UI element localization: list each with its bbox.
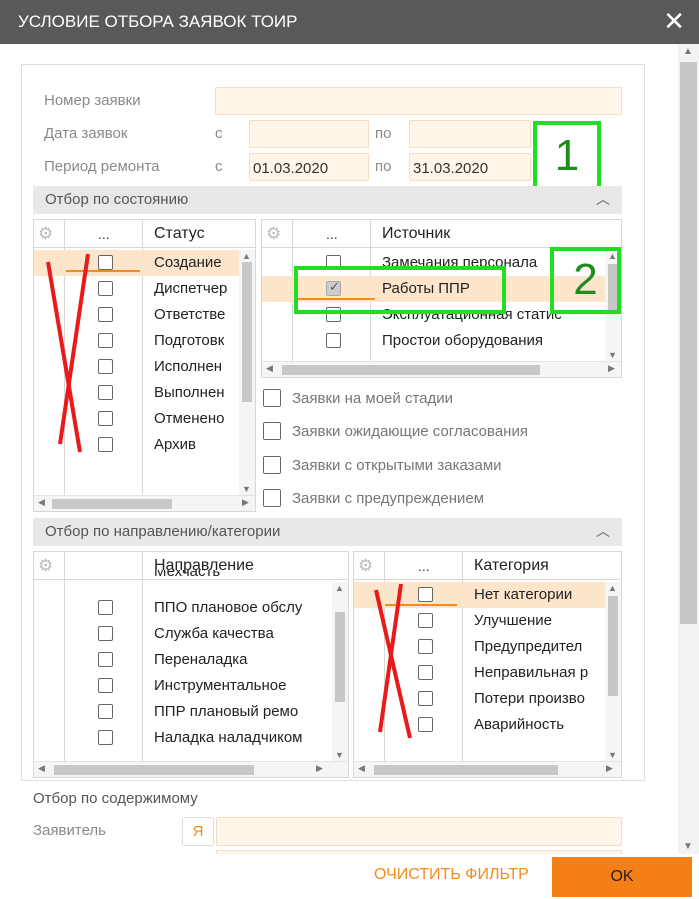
clear-filter-button[interactable]: ОЧИСТИТЬ ФИЛЬТР — [374, 866, 529, 884]
next-input-edge — [216, 850, 622, 854]
ok-button[interactable]: OK — [552, 857, 692, 897]
annotation-overlay — [46, 253, 412, 739]
applicant-label: Заявитель — [33, 822, 106, 839]
applicant-input[interactable] — [216, 817, 622, 846]
me-button[interactable]: Я — [182, 817, 214, 846]
content-section-title: Отбор по содержимому — [33, 790, 198, 807]
